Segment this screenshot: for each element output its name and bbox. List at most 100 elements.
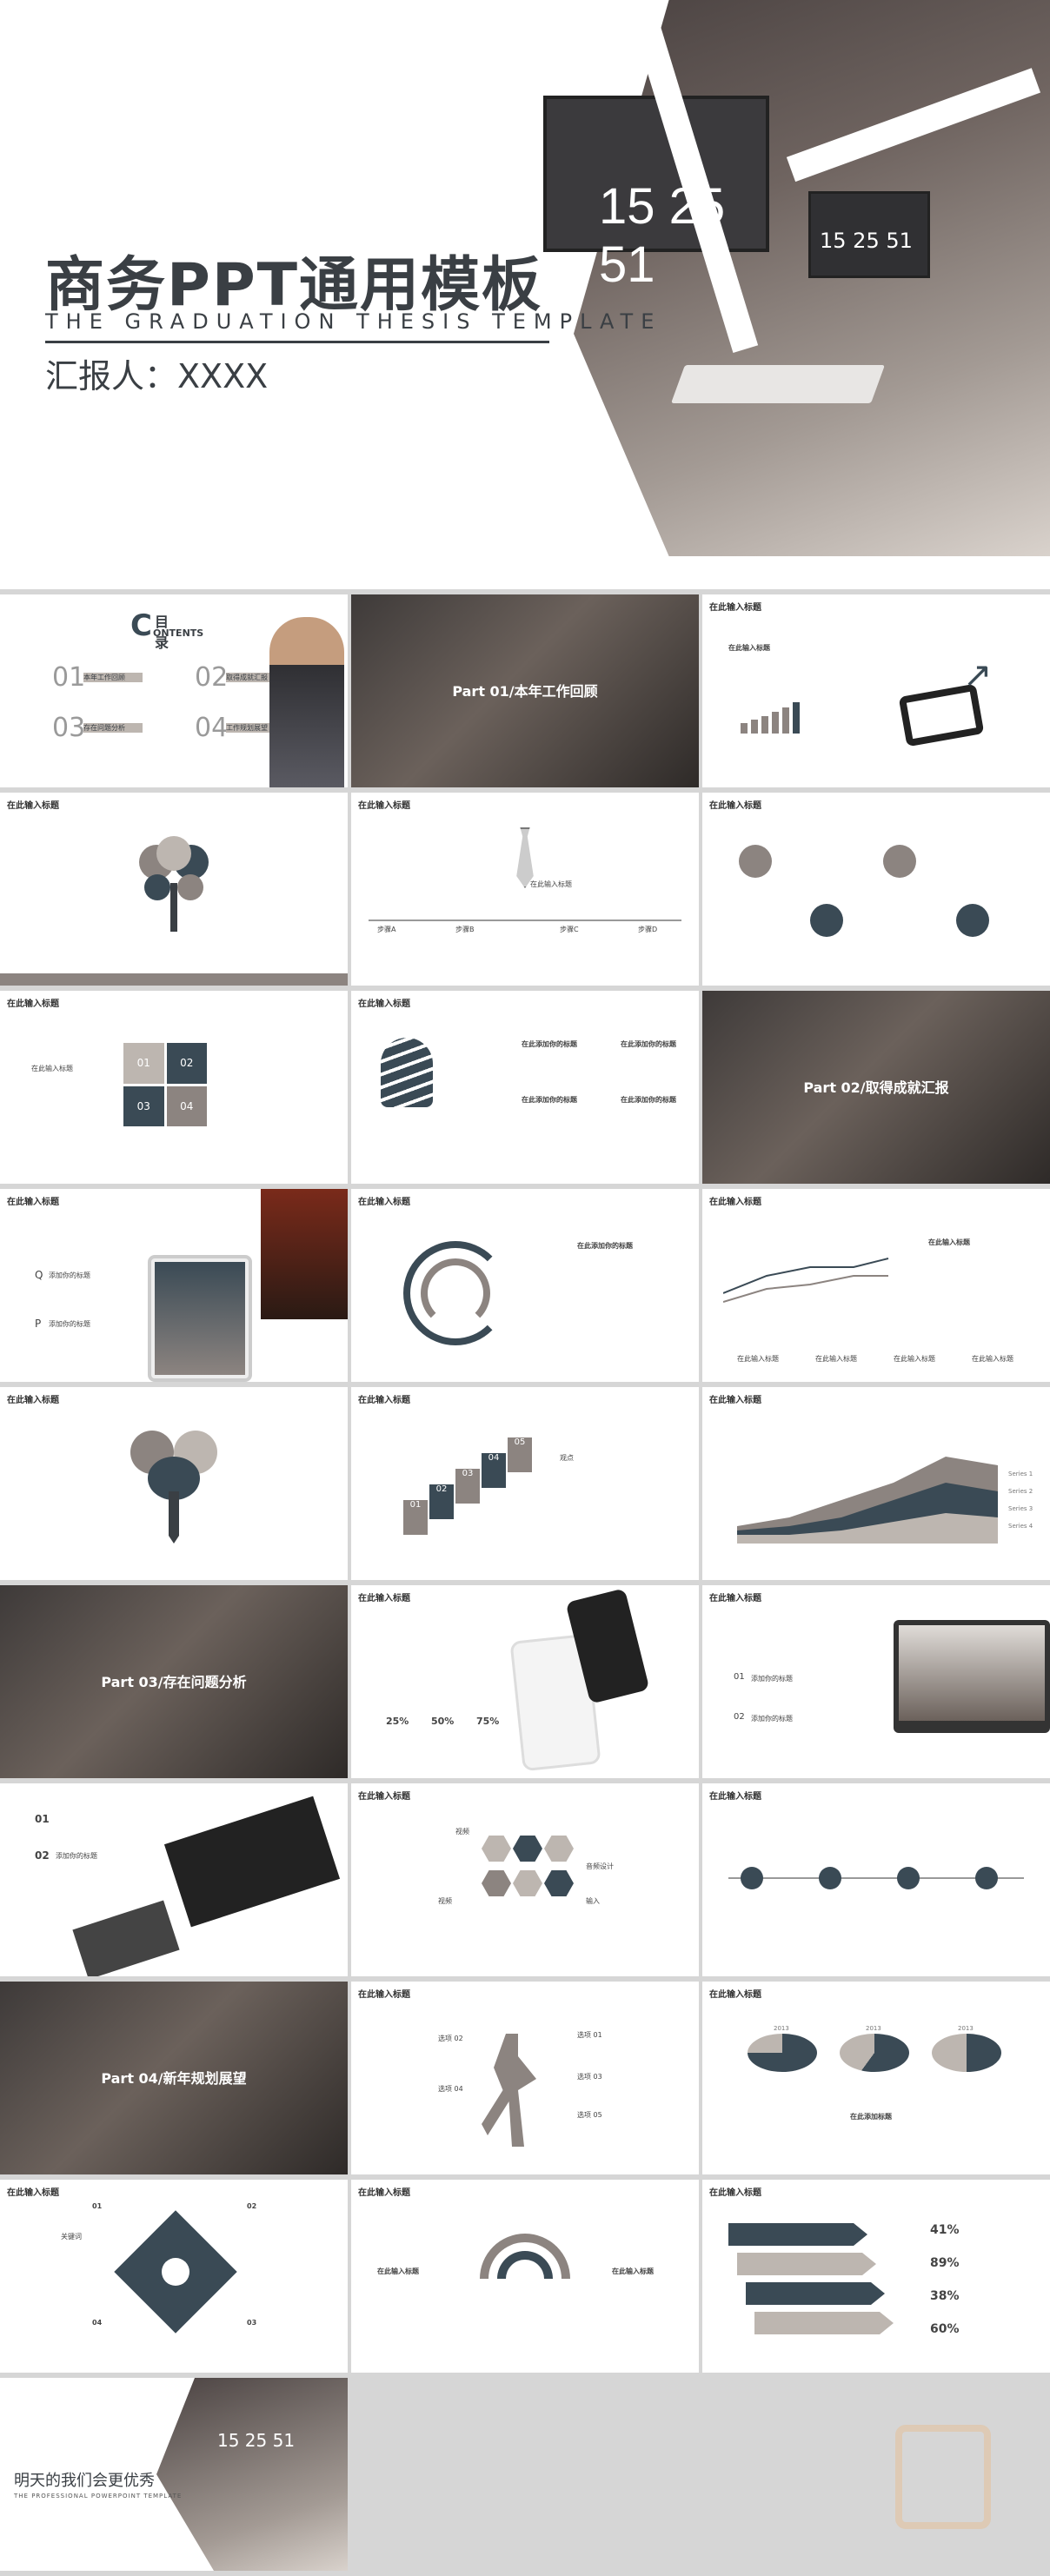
pct-38: 38% — [930, 2289, 960, 2303]
slide-title: 在此输入标题 — [358, 1396, 410, 1405]
hex-4 — [482, 1870, 511, 1896]
rings-slide: 在此输入标题 在此添加你的标题 — [351, 1189, 699, 1382]
step-3: 03 — [455, 1469, 480, 1504]
slide-title: 在此输入标题 — [709, 603, 761, 613]
toc-item-3[interactable]: 03 存在问题分析 — [52, 713, 143, 743]
q-mark: Q — [35, 1269, 43, 1281]
part4-caption: Part 04/新年规划展望 — [101, 2070, 247, 2087]
toc-num: 02 — [195, 662, 229, 693]
hex-label-4: 视频 — [438, 1897, 452, 1905]
slide-title: 在此输入标题 — [7, 2188, 59, 2198]
toc-item-2[interactable]: 02 取得成就汇报 — [195, 662, 285, 693]
tie-label: 在此输入标题 — [530, 880, 572, 888]
hex-label-2: 音频设计 — [586, 1862, 614, 1870]
series-2-label: Series 2 — [1008, 1488, 1033, 1495]
growth-subtitle: 在此输入标题 — [728, 644, 770, 652]
step-1: 01 — [403, 1500, 428, 1535]
photo-stack-2 — [72, 1900, 180, 1976]
timeline-node-4 — [975, 1867, 998, 1889]
toc-num: 04 — [195, 713, 229, 743]
pencil-tree-icon — [130, 1431, 217, 1544]
step-4: 04 — [482, 1453, 506, 1488]
hex-6 — [544, 1870, 574, 1896]
laptop-device — [894, 1620, 1050, 1733]
pct-25: 25% — [386, 1716, 409, 1727]
ring-inner — [421, 1258, 490, 1328]
option-3: 选项 03 — [577, 2073, 602, 2081]
arrow-icon: ↗ — [963, 655, 993, 695]
slide-title: 在此输入标题 — [709, 1990, 761, 2000]
arch-heading-2: 在此输入标题 — [612, 2267, 654, 2275]
slide-title: 在此输入标题 — [358, 1990, 410, 2000]
area-chart — [737, 1457, 998, 1544]
cover-divider — [45, 341, 549, 343]
area-slide: 在此输入标题 Series 1 Series 2 Series 3 Series… — [702, 1387, 1050, 1580]
stack-item-2: 02 — [35, 1849, 50, 1862]
diamond-num-2: 02 — [247, 2202, 257, 2210]
step-a: 步骤A — [377, 926, 396, 933]
pies-slide: 在此输入标题 2013 2013 2013 在此添加标题 — [702, 1982, 1050, 2174]
pie-1 — [748, 2034, 817, 2072]
option-5: 选项 05 — [577, 2111, 602, 2119]
part4-slide: Part 04/新年规划展望 — [0, 1982, 348, 2174]
lines-label-1: 在此输入标题 — [737, 1355, 779, 1363]
slide-title: 在此输入标题 — [7, 999, 59, 1009]
part1-caption: Part 01/本年工作回顾 — [452, 683, 598, 700]
slide-title: 在此输入标题 — [7, 1198, 59, 1207]
arch-slide: 在此输入标题 在此输入标题 在此输入标题 — [351, 2180, 699, 2373]
puzzle-grid: 01 02 03 04 — [123, 1043, 207, 1126]
diamond-num-4: 04 — [92, 2319, 103, 2327]
toc-item-1[interactable]: 01 本年工作回顾 — [52, 662, 143, 693]
slide-title: 在此输入标题 — [709, 1198, 761, 1207]
toc-title-en: ONTENTS — [153, 627, 204, 639]
slide-title: 在此输入标题 — [709, 1396, 761, 1405]
hex-label-1: 视频 — [455, 1828, 469, 1836]
tree-ground — [0, 973, 348, 986]
option-1: 选项 01 — [577, 2031, 602, 2039]
puzzle-slide: 在此输入标题 01 02 03 04 在此输入标题 — [0, 991, 348, 1184]
step-d: 步骤D — [638, 926, 658, 933]
ending-title: 明天的我们会更优秀 — [14, 2472, 155, 2490]
pie-2 — [840, 2034, 909, 2072]
tie-timeline — [369, 920, 681, 921]
steps-slide: 在此输入标题 01 02 03 04 05 观点 — [351, 1387, 699, 1580]
search-icon — [956, 904, 989, 937]
ending-photo — [156, 2378, 348, 2571]
pct-50: 50% — [431, 1716, 455, 1727]
slide-title: 在此输入标题 — [358, 1198, 410, 1207]
part1-slide: Part 01/本年工作回顾 — [351, 594, 699, 787]
photo-stack — [163, 1796, 341, 1928]
laptop-item-2: 02 — [734, 1712, 745, 1722]
bulb-slide: 在此输入标题 在此添加你的标题 在此添加你的标题 在此添加你的标题 在此添加你的… — [351, 991, 699, 1184]
step-2: 02 — [429, 1484, 454, 1519]
toc-num: 01 — [52, 662, 86, 693]
ending-subtitle: THE PROFESSIONAL POWERPOINT TEMPLATE — [14, 2493, 183, 2500]
lines-label-2: 在此输入标题 — [815, 1355, 857, 1363]
series-1-label: Series 1 — [1008, 1471, 1033, 1477]
toc-item-4[interactable]: 04 工作规划展望 — [195, 713, 285, 743]
pie-year-2: 2013 — [866, 2025, 881, 2032]
monitor-large: 15 25 51 — [543, 96, 769, 293]
pct-60: 60% — [930, 2322, 960, 2336]
bulb-heading-2: 在此添加你的标题 — [621, 1040, 676, 1048]
diamond-slide: 在此输入标题 01 02 04 03 关键词 — [0, 2180, 348, 2373]
tie-slide: 在此输入标题 在此输入标题 步骤A 步骤B 步骤C 步骤D — [351, 793, 699, 986]
lines-slide: 在此输入标题 在此输入标题 在此输入标题 在此输入标题 在此输入标题 在此输入标… — [702, 1189, 1050, 1382]
toc-slide: C 目录 ONTENTS 01 本年工作回顾 02 取得成就汇报 03 存在问题分析 … — [0, 594, 348, 787]
arch-heading-1: 在此输入标题 — [377, 2267, 419, 2275]
stack-item-1: 01 — [35, 1813, 50, 1825]
pie-year-1: 2013 — [774, 2025, 789, 2032]
q-label: 添加你的标题 — [49, 1271, 90, 1279]
pct-41: 41% — [930, 2223, 960, 2237]
ending-slide: 15 25 51 明天的我们会更优秀 THE PROFESSIONAL POWE… — [0, 2378, 348, 2571]
pie-year-3: 2013 — [958, 2025, 974, 2032]
bulb-icon — [381, 1038, 433, 1107]
bars-slide: 在此输入标题 41% 89% 38% 60% — [702, 2180, 1050, 2373]
hex-1 — [482, 1836, 511, 1862]
step-label: 观点 — [560, 1454, 574, 1462]
pct-75: 75% — [476, 1716, 500, 1727]
arrow-bar-3 — [746, 2282, 885, 2305]
puzzle-piece-4: 04 — [166, 1086, 207, 1126]
watermark-logo — [895, 2425, 991, 2529]
bulb-heading-3: 在此添加你的标题 — [522, 1096, 577, 1104]
